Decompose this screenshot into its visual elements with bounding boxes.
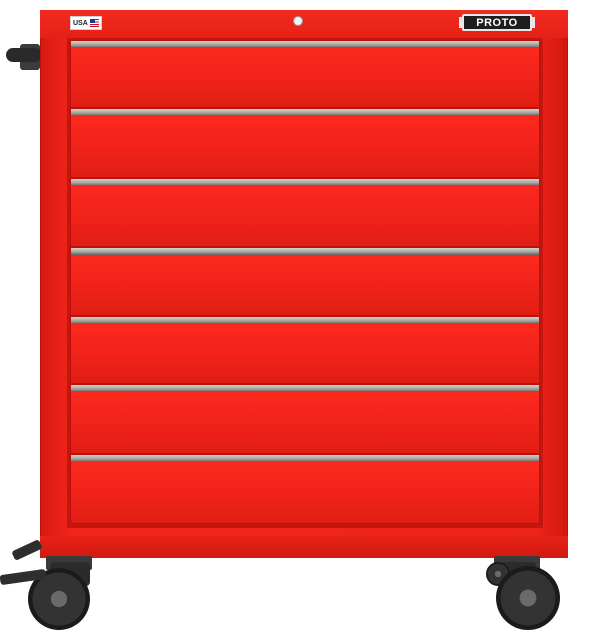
brake-lever-icon[interactable]	[11, 539, 43, 561]
origin-badge: USA	[70, 16, 102, 30]
origin-badge-label: USA	[73, 19, 88, 27]
drawer-2[interactable]	[70, 108, 540, 178]
drawer-7[interactable]	[70, 454, 540, 524]
drawer-6[interactable]	[70, 384, 540, 454]
roller-cabinet: USA PROTO	[40, 10, 568, 558]
side-handle-icon	[6, 48, 42, 62]
us-flag-icon	[89, 19, 99, 27]
drawer-4[interactable]	[70, 247, 540, 316]
cabinet-top-panel: USA PROTO	[40, 10, 568, 38]
drawer-handle[interactable]	[71, 109, 539, 116]
drawer-handle[interactable]	[71, 385, 539, 392]
drawer-3[interactable]	[70, 178, 540, 247]
drawer-handle[interactable]	[71, 248, 539, 255]
brand-logo-text: PROTO	[476, 16, 518, 29]
drawer-1[interactable]	[70, 40, 540, 108]
drawer-frame	[67, 38, 543, 528]
drawer-handle[interactable]	[71, 179, 539, 186]
drawer-5[interactable]	[70, 316, 540, 384]
brand-logo-plate: PROTO	[459, 14, 535, 31]
cabinet-base-rail	[40, 536, 568, 558]
drawer-handle[interactable]	[71, 41, 539, 48]
keyhole-lock-icon	[293, 16, 303, 26]
drawer-handle[interactable]	[71, 317, 539, 324]
drawer-handle[interactable]	[71, 455, 539, 462]
tool-cabinet-scene: USA PROTO	[0, 0, 609, 640]
caster-wheel-icon	[496, 566, 560, 630]
